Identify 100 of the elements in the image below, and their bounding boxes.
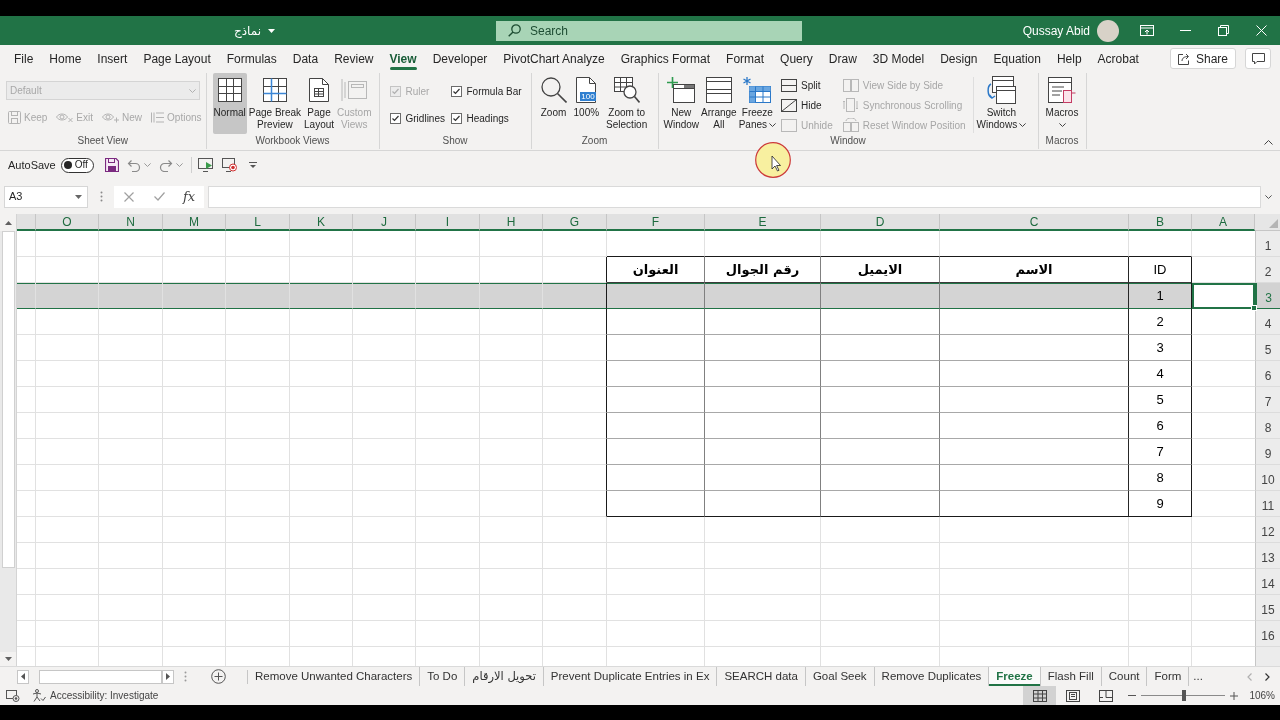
- table-cell[interactable]: [705, 387, 821, 413]
- table-cell[interactable]: [940, 309, 1129, 335]
- scroll-right-button[interactable]: [162, 669, 174, 684]
- scroll-left-button[interactable]: [17, 669, 29, 684]
- ribbon-tab[interactable]: Graphics Format: [612, 45, 719, 72]
- collapse-ribbon-button[interactable]: [1262, 137, 1274, 147]
- show-checkbox[interactable]: Gridlines: [389, 111, 451, 125]
- table-cell[interactable]: [705, 283, 821, 309]
- vertical-scrollbar[interactable]: [0, 214, 17, 666]
- ribbon-tab[interactable]: Query: [772, 45, 821, 72]
- column-header[interactable]: C: [940, 214, 1129, 231]
- user-avatar[interactable]: [1097, 19, 1119, 42]
- sheet-cell[interactable]: [543, 439, 607, 465]
- active-cell[interactable]: [1192, 283, 1255, 309]
- row-header[interactable]: 9: [1255, 439, 1280, 465]
- view-mode-button[interactable]: Page Layout: [303, 73, 336, 134]
- comments-button[interactable]: [1245, 48, 1271, 69]
- table-cell[interactable]: [705, 465, 821, 491]
- scroll-down-button[interactable]: [0, 652, 16, 666]
- share-button[interactable]: Share: [1169, 48, 1236, 69]
- ribbon-tab[interactable]: File: [6, 45, 42, 72]
- ribbon-tab[interactable]: Draw: [820, 45, 865, 72]
- column-header[interactable]: G: [543, 214, 607, 231]
- ribbon-tab[interactable]: View: [381, 45, 425, 72]
- row-header[interactable]: 3: [1255, 283, 1280, 309]
- play-macro-button[interactable]: [196, 156, 215, 174]
- table-cell[interactable]: [705, 491, 821, 517]
- table-cell[interactable]: [821, 283, 940, 309]
- zoom-slider[interactable]: [1141, 690, 1226, 701]
- column-header[interactable]: F: [607, 214, 705, 231]
- save-button[interactable]: [103, 157, 120, 173]
- table-cell[interactable]: [607, 439, 705, 465]
- window-button[interactable]: New Window: [662, 73, 701, 134]
- table-cell[interactable]: [940, 491, 1129, 517]
- table-cell[interactable]: [821, 361, 940, 387]
- scroll-up-button[interactable]: [0, 214, 16, 231]
- row-header[interactable]: 5: [1255, 335, 1280, 361]
- redo-button[interactable]: [158, 158, 183, 172]
- table-cell[interactable]: [821, 387, 940, 413]
- table-cell[interactable]: [607, 283, 705, 309]
- table-cell[interactable]: [705, 439, 821, 465]
- row-header[interactable]: 12: [1255, 517, 1280, 543]
- ribbon-tab[interactable]: Design: [932, 45, 986, 72]
- add-sheet-button[interactable]: [210, 668, 226, 685]
- column-header[interactable]: L: [226, 214, 290, 231]
- row-header[interactable]: 8: [1255, 413, 1280, 439]
- column-header[interactable]: H: [480, 214, 543, 231]
- undo-button[interactable]: [126, 158, 151, 172]
- table-cell[interactable]: 2: [1129, 309, 1192, 335]
- row-header[interactable]: 16: [1255, 621, 1280, 647]
- ribbon-tab[interactable]: Insert: [89, 45, 136, 72]
- table-cell[interactable]: [821, 335, 940, 361]
- sheet-cell[interactable]: [543, 465, 607, 491]
- zoom-button[interactable]: 100 100%: [572, 73, 601, 134]
- more-sheets-button[interactable]: ...: [1189, 667, 1207, 686]
- table-cell[interactable]: [940, 465, 1129, 491]
- ribbon-tab[interactable]: Acrobat: [1089, 45, 1147, 72]
- row-header[interactable]: 6: [1255, 361, 1280, 387]
- table-cell[interactable]: [705, 413, 821, 439]
- table-cell[interactable]: 7: [1129, 439, 1192, 465]
- table-cell[interactable]: [607, 413, 705, 439]
- column-header[interactable]: B: [1129, 214, 1192, 231]
- row-header[interactable]: 10: [1255, 465, 1280, 491]
- row-header[interactable]: 15: [1255, 595, 1280, 621]
- autosave-toggle[interactable]: Off: [60, 157, 94, 173]
- table-cell[interactable]: [607, 335, 705, 361]
- ribbon-tab[interactable]: Data: [284, 45, 327, 72]
- column-header[interactable]: D: [821, 214, 940, 231]
- horizontal-scrollbar[interactable]: [39, 669, 162, 684]
- ribbon-tab[interactable]: Format: [718, 45, 773, 72]
- table-cell[interactable]: [607, 309, 705, 335]
- table-cell[interactable]: [940, 413, 1129, 439]
- table-cell[interactable]: [821, 465, 940, 491]
- ribbon-tab[interactable]: 3D Model: [864, 45, 933, 72]
- row-header[interactable]: [1255, 647, 1280, 666]
- column-header[interactable]: [17, 214, 36, 231]
- show-checkbox[interactable]: Headings: [450, 111, 522, 125]
- accessibility-status[interactable]: Accessibility: Investigate: [32, 688, 159, 703]
- row-header[interactable]: 4: [1255, 309, 1280, 335]
- column-header[interactable]: N: [99, 214, 163, 231]
- macros-button[interactable]: Macros: [1044, 73, 1080, 134]
- column-header[interactable]: O: [36, 214, 99, 231]
- view-mode-button[interactable]: Page Break Preview: [247, 73, 302, 134]
- table-cell[interactable]: [607, 387, 705, 413]
- sheet-cell[interactable]: [543, 309, 607, 335]
- table-cell[interactable]: [821, 413, 940, 439]
- insert-function-button[interactable]: fx: [174, 185, 204, 208]
- sheet-cell[interactable]: [543, 335, 607, 361]
- sheet-cell[interactable]: [543, 413, 607, 439]
- table-cell[interactable]: [940, 283, 1129, 309]
- table-cell[interactable]: [821, 439, 940, 465]
- row-header[interactable]: 1: [1255, 231, 1280, 257]
- ribbon-tab[interactable]: Page Layout: [135, 45, 219, 72]
- ribbon-tab[interactable]: Home: [41, 45, 90, 72]
- ribbon-tab[interactable]: Equation: [985, 45, 1049, 72]
- table-cell[interactable]: 3: [1129, 335, 1192, 361]
- table-cell[interactable]: [705, 361, 821, 387]
- search-field[interactable]: Search: [496, 20, 802, 41]
- document-title-button[interactable]: نماذج: [234, 21, 276, 40]
- table-cell[interactable]: [940, 387, 1129, 413]
